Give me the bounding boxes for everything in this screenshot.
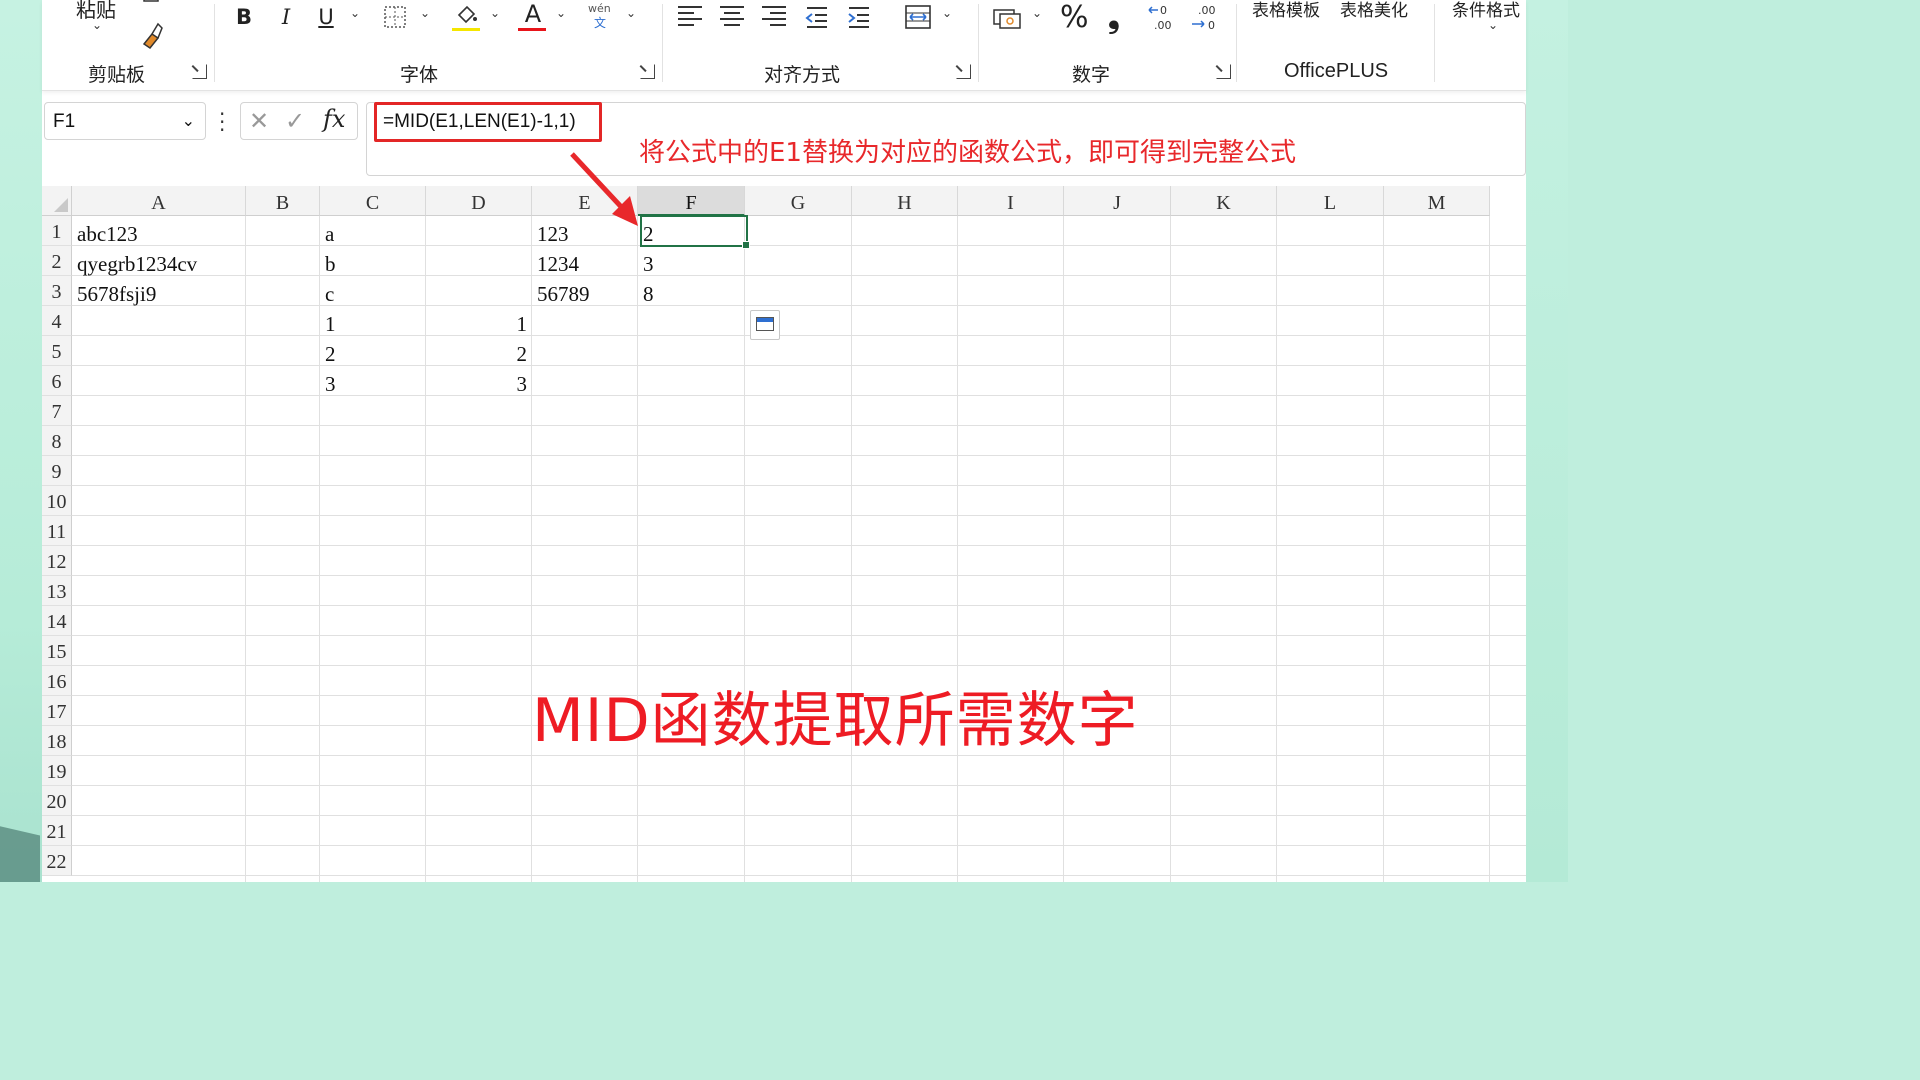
background-left <box>0 0 42 882</box>
background-right <box>1526 0 1568 882</box>
spreadsheet-app: 粘贴 剪贴板 B I U A <box>42 0 1526 882</box>
decorative-leaf <box>0 826 40 882</box>
annotation-arrow <box>570 152 638 226</box>
